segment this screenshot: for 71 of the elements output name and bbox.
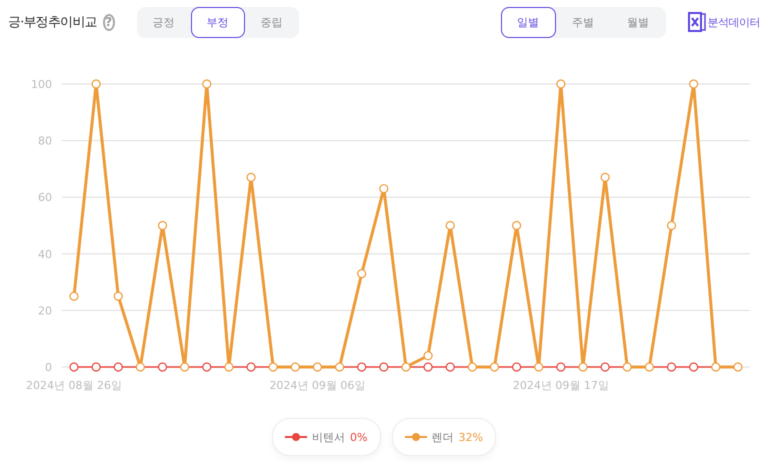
period-tab[interactable]: 일별 (500, 6, 556, 38)
data-point (666, 220, 676, 230)
legend-label: 렌더 (432, 430, 454, 444)
data-point (423, 351, 433, 360)
sentiment-tab[interactable]: 부정 (190, 6, 244, 38)
data-point (379, 362, 388, 372)
data-point (92, 362, 101, 372)
data-point (689, 79, 698, 89)
data-point (512, 362, 522, 372)
data-point (180, 362, 190, 372)
data-point (622, 362, 632, 372)
data-point (600, 362, 610, 372)
data-point (556, 79, 566, 89)
data-point (468, 362, 477, 372)
legend-share: 0% (350, 430, 368, 444)
spreadsheet-icon (688, 12, 706, 32)
data-point (733, 362, 742, 372)
axis-label: 100 (31, 78, 52, 91)
axis-label: 20 (38, 304, 52, 318)
data-point (202, 362, 212, 372)
data-point (534, 362, 544, 372)
data-point (158, 362, 168, 372)
axis-label: 2024년 09월 17일 (512, 379, 609, 392)
help-icon[interactable]: ? (102, 14, 114, 30)
data-point (69, 362, 79, 372)
sentiment-tab[interactable]: 중립 (244, 6, 298, 38)
data-point (290, 362, 300, 372)
data-point (268, 362, 278, 372)
data-point (600, 172, 610, 182)
data-point (711, 362, 720, 372)
legend-item[interactable]: 렌더 32% (392, 418, 496, 456)
axis-label: 40 (38, 248, 52, 261)
data-point (246, 362, 256, 372)
data-point (379, 184, 388, 194)
data-point (246, 172, 256, 182)
data-point (556, 362, 566, 372)
axis-label: 60 (38, 191, 52, 204)
data-point (69, 292, 79, 301)
chart-title: 긍·부정추이비교 (8, 14, 97, 31)
data-point (158, 220, 168, 230)
period-tab[interactable]: 주별 (556, 6, 610, 38)
data-point (92, 79, 101, 89)
data-point (202, 79, 212, 89)
data-point (666, 362, 676, 372)
axis-label: 2024년 08월 26일 (26, 379, 122, 392)
data-point (490, 362, 500, 372)
data-point (114, 292, 123, 301)
data-point (578, 362, 588, 372)
data-point (689, 362, 698, 372)
data-point (357, 269, 366, 278)
axis-label: 2024년 09월 06일 (269, 379, 366, 392)
data-point (512, 220, 522, 230)
period-tab[interactable]: 월별 (610, 6, 666, 38)
data-point (334, 362, 344, 372)
export-link[interactable]: 분석데이터 (688, 12, 760, 32)
axis-label: 80 (38, 134, 52, 148)
data-point (401, 362, 411, 372)
sentiment-tab[interactable]: 긍정 (136, 6, 190, 38)
data-point (136, 362, 145, 372)
legend-share: 32% (458, 430, 483, 444)
data-point (357, 362, 366, 372)
data-point (446, 362, 455, 372)
data-point (114, 362, 123, 372)
data-point (644, 362, 654, 372)
data-point (446, 220, 455, 230)
legend-item[interactable]: 비텐서 0% (272, 418, 380, 456)
data-point (423, 362, 433, 372)
data-point (224, 362, 234, 372)
data-point (312, 362, 322, 372)
axis-label: 0 (45, 361, 52, 374)
legend-label: 비텐서 (312, 430, 346, 444)
